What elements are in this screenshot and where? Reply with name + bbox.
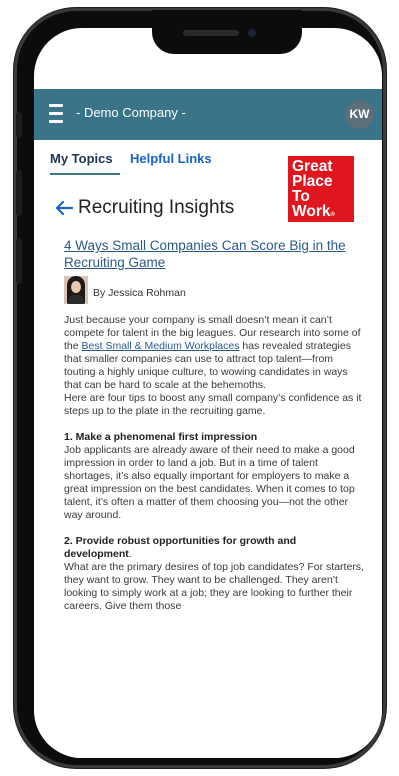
article-intro: Just because your company is small doesn… — [64, 314, 361, 391]
phone-side-button — [16, 112, 22, 138]
app-header: - Demo Company - KW — [34, 89, 382, 140]
best-workplaces-link[interactable]: Best Small & Medium Workplaces — [82, 340, 240, 352]
phone-screen: - Demo Company - KW My Topics Helpful Li… — [34, 28, 382, 758]
phone-speaker — [183, 30, 239, 36]
article-body: Just because your company is small doesn… — [64, 314, 364, 612]
page-title: Recruiting Insights — [78, 197, 235, 218]
logo-line-2: Place — [292, 173, 333, 190]
phone-volume-down-button — [16, 238, 22, 284]
article-byline: By Jessica Rohman — [93, 287, 186, 299]
arrow-left-icon[interactable] — [55, 200, 73, 216]
user-avatar[interactable]: KW — [345, 100, 374, 129]
logo-registered-mark: ® — [330, 212, 335, 218]
phone-volume-up-button — [16, 170, 22, 216]
logo-line-4: Work — [292, 203, 331, 220]
screen-bottom-area — [34, 683, 382, 758]
active-tab-indicator — [50, 173, 120, 175]
section-1-body: Job applicants are already aware of thei… — [64, 444, 355, 521]
logo-line-3: To — [292, 188, 310, 205]
company-name: - Demo Company - — [76, 105, 186, 120]
section-2-body: What are the primary desires of top job … — [64, 561, 364, 612]
menu-icon[interactable] — [49, 104, 63, 124]
tab-my-topics[interactable]: My Topics — [50, 151, 113, 166]
tab-helpful-links[interactable]: Helpful Links — [130, 151, 212, 166]
section-1-heading: 1. Make a phenomenal first impression — [64, 431, 258, 443]
author-photo — [64, 276, 88, 304]
article-intro-tips: Here are four tips to boost any small co… — [64, 392, 362, 417]
phone-camera — [248, 29, 256, 37]
section-2-heading: 2. Provide robust opportunities for grow… — [64, 535, 297, 560]
great-place-to-work-logo: Great Place To Work® — [288, 156, 354, 222]
article-title-link[interactable]: 4 Ways Small Companies Can Score Big in … — [64, 237, 354, 271]
logo-line-1: Great — [292, 158, 333, 175]
